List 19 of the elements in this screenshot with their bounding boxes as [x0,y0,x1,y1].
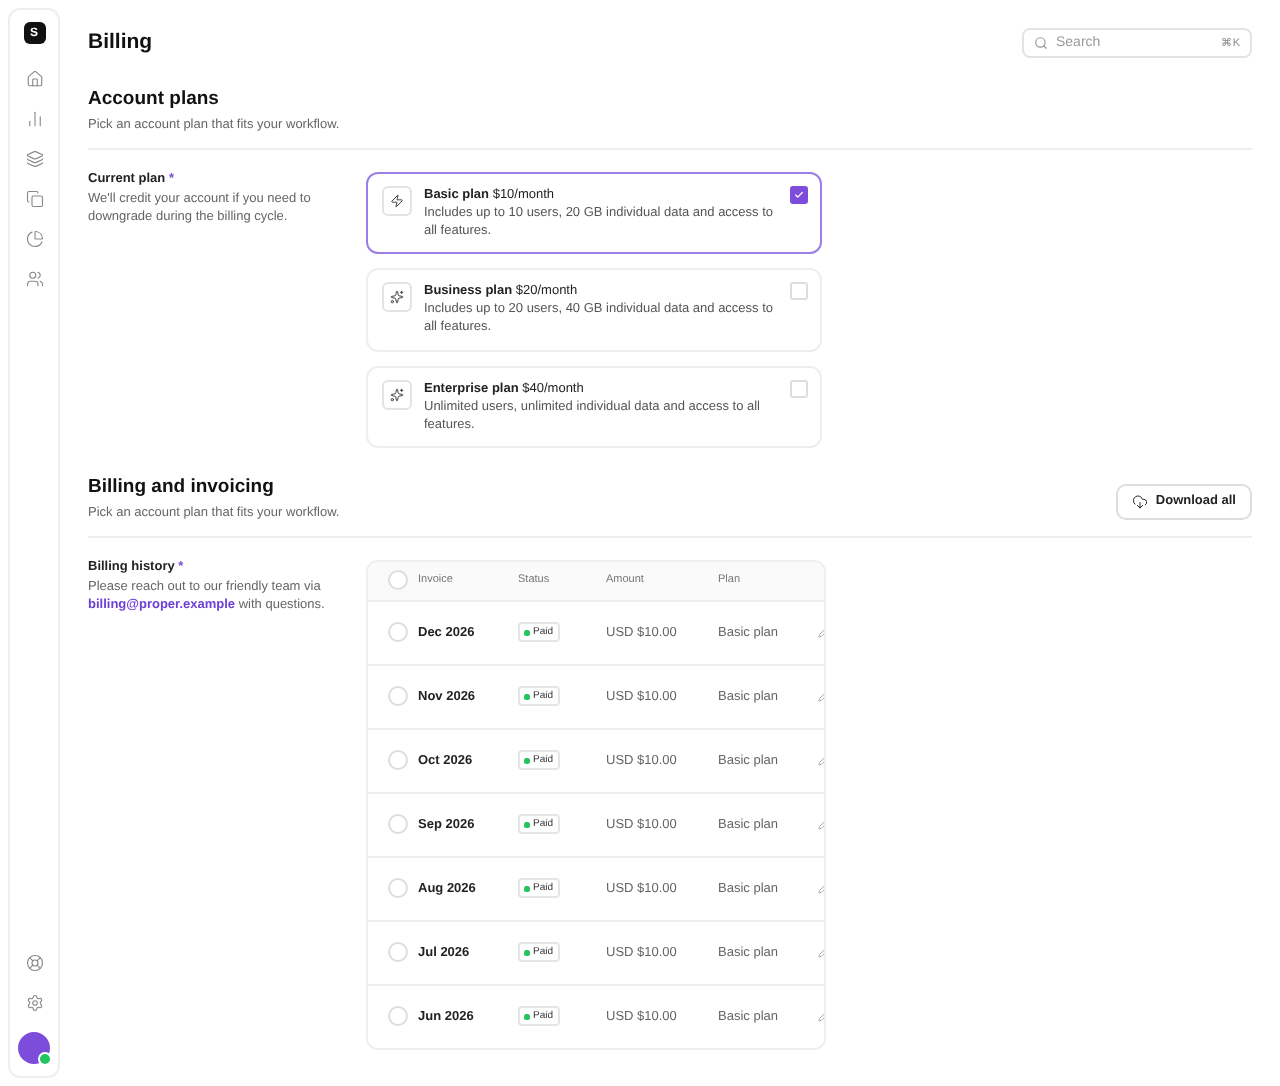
row-checkbox[interactable] [388,814,408,835]
row-checkbox[interactable] [388,1006,408,1027]
row-checkbox[interactable] [388,750,408,771]
row-checkbox[interactable] [388,622,408,643]
row-checkbox[interactable] [388,878,408,899]
row-checkbox[interactable] [388,686,408,707]
avatar[interactable] [18,1032,50,1064]
section-title: Billing and invoicing [88,475,276,498]
sparkle-icon [382,379,412,410]
cloud-download-icon [1131,493,1148,510]
section-title: Account plans [88,88,221,110]
checkmark-icon [794,190,804,200]
checkbox[interactable] [790,186,808,204]
page-title: Billing [88,30,153,54]
sparkle-icon [382,282,412,313]
search-icon [1034,35,1048,49]
lightning-icon [382,186,412,216]
row-checkbox[interactable] [388,942,408,963]
select-all-checkbox[interactable] [388,570,408,591]
